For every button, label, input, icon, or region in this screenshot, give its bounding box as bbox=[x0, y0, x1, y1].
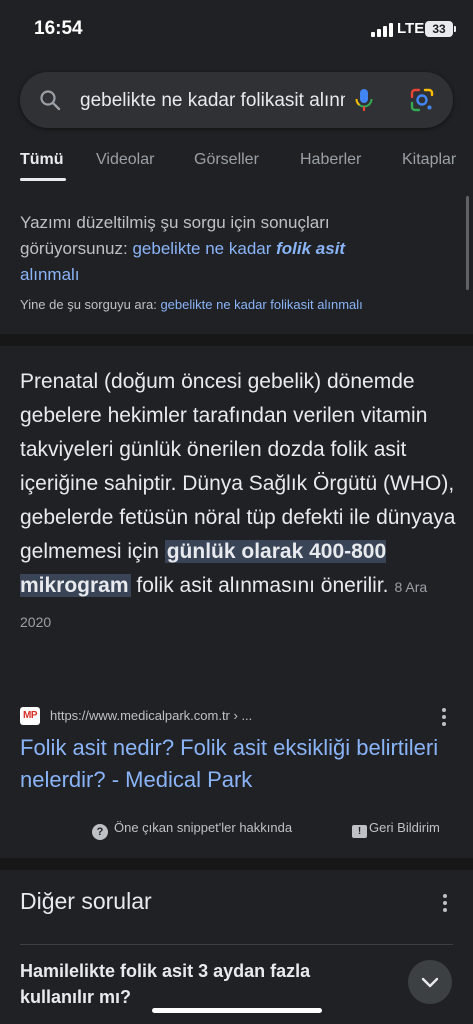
source-row[interactable]: MP https://www.medicalpark.com.tr › ... bbox=[20, 706, 453, 728]
lens-icon[interactable] bbox=[408, 86, 436, 114]
scrollbar[interactable] bbox=[466, 196, 469, 290]
network-label: LTE bbox=[397, 20, 425, 37]
question-divider bbox=[20, 944, 453, 945]
tab-news[interactable]: Haberler bbox=[300, 151, 361, 169]
snippet-footer: ? Öne çıkan snippet'ler hakkında ! Geri Bi… bbox=[0, 818, 473, 840]
search-tabs: Tümü Videolar Görseller Haberler Kitapla… bbox=[0, 148, 473, 188]
search-input[interactable]: gebelikte ne kadar folikasit alınmalı bbox=[80, 90, 345, 112]
battery-icon: 33 bbox=[425, 21, 456, 37]
feedback-link[interactable]: ! Geri Bildirim bbox=[352, 820, 440, 838]
about-snippets-link[interactable]: ? Öne çıkan snippet'ler hakkında bbox=[92, 820, 292, 840]
search-bar[interactable]: gebelikte ne kadar folikasit alınmalı bbox=[20, 72, 453, 128]
result-title-link[interactable]: Folik asit nedir? Folik asit eksikliği b… bbox=[20, 732, 450, 796]
chevron-down-icon bbox=[421, 977, 439, 988]
question-item[interactable]: Hamilelikte folik asit 3 aydan fazla kul… bbox=[20, 958, 350, 1010]
section-divider bbox=[0, 334, 473, 346]
tab-all[interactable]: Tümü bbox=[20, 151, 64, 169]
featured-snippet-text: Prenatal (doğum öncesi gebelik) dönemde … bbox=[20, 370, 456, 630]
signal-icon bbox=[371, 23, 393, 37]
other-questions-title: Diğer sorular bbox=[20, 888, 152, 914]
original-query-link[interactable]: gebelikte ne kadar folikasit alınmalı bbox=[160, 297, 362, 312]
tab-videos[interactable]: Videolar bbox=[96, 151, 154, 169]
more-vert-icon[interactable] bbox=[441, 708, 447, 726]
spell-notice: Yazımı düzeltilmiş şu sorgu için sonuçla… bbox=[20, 213, 346, 284]
section-divider bbox=[0, 858, 473, 870]
mic-icon[interactable] bbox=[350, 86, 378, 114]
status-time: 16:54 bbox=[34, 18, 83, 39]
expand-question-button[interactable] bbox=[408, 960, 452, 1004]
home-indicator[interactable] bbox=[152, 1008, 322, 1013]
status-bar: 16:54 LTE 33 bbox=[0, 0, 473, 56]
spelling-correction: Yazımı düzeltilmiş şu sorgu için sonuçla… bbox=[20, 210, 455, 314]
feedback-icon: ! bbox=[352, 825, 367, 838]
tab-images[interactable]: Görseller bbox=[194, 151, 259, 169]
more-vert-icon[interactable] bbox=[442, 894, 448, 912]
site-favicon: MP bbox=[20, 707, 40, 725]
source-url[interactable]: https://www.medicalpark.com.tr › ... bbox=[50, 708, 252, 723]
active-tab-indicator bbox=[20, 178, 66, 181]
tab-books[interactable]: Kitaplar bbox=[402, 151, 456, 169]
search-icon bbox=[40, 90, 61, 111]
search-instead: Yine de şu sorguyu ara: gebelikte ne kad… bbox=[20, 297, 363, 312]
help-icon: ? bbox=[92, 824, 108, 840]
